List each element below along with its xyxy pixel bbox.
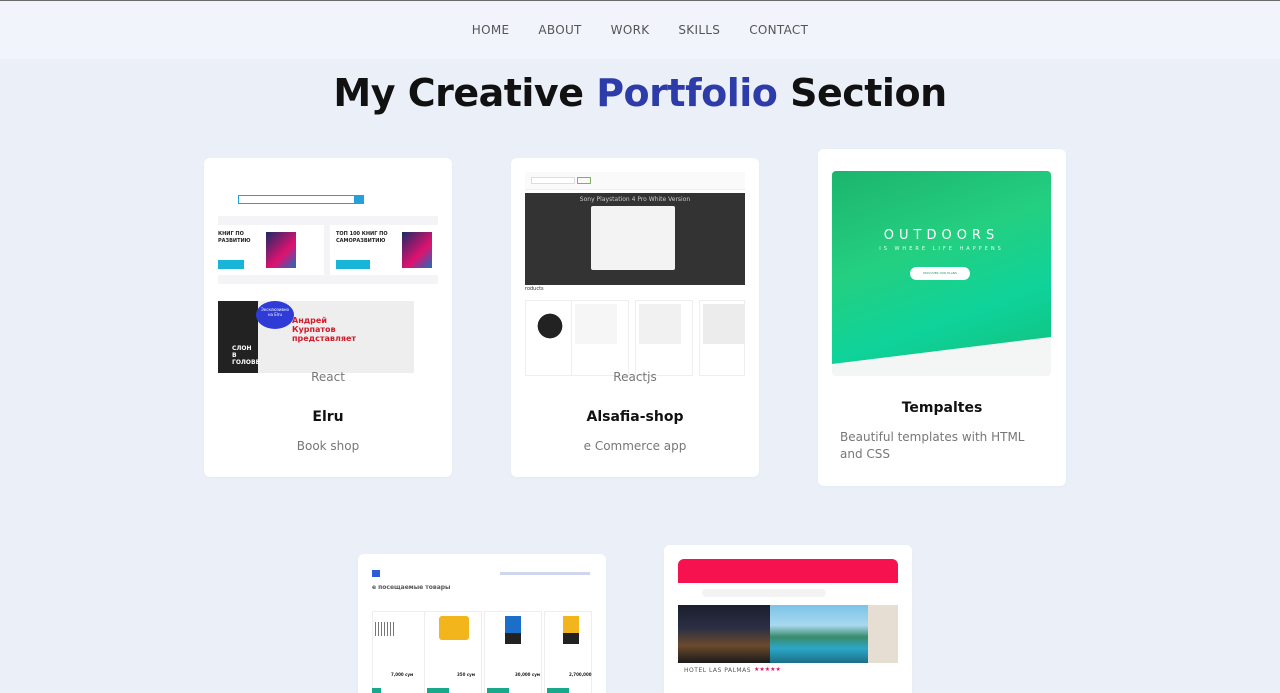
thumb-product-button [487,688,509,693]
thumb-hero-button-text: DISCOVER OUR PLANS [923,271,957,275]
thumb-product-image [563,616,579,644]
thumb-search [702,589,826,597]
thumb-product-button [372,688,381,693]
nav-contact[interactable]: CONTACT [749,23,808,37]
project-card-tools[interactable]: е посещаемые товары 7,000 сум 350 сум 30… [358,554,606,693]
thumb-banner-title: Андрей Курпатов представляет [292,316,357,343]
thumb-product-image [575,304,617,344]
thumb-hotel-stars: ★★★★★ [754,666,781,673]
thumb-product-price: 350 сум [457,672,475,677]
thumb-promo-left: КНИГ ПО РАЗВИТИЮ [218,225,324,275]
thumb-hotel-name: HOTEL LAS PALMAS [684,667,752,674]
thumb-hero-title: OUTDOORS [883,228,1000,243]
thumb-hero-button: DISCOVER OUR PLANS [910,267,970,280]
thumb-product-card [571,300,629,376]
thumb-header [525,172,745,190]
nav-home[interactable]: HOME [472,23,510,37]
project-name: Tempaltes [901,400,983,416]
thumb-banner-badge: Эксклюзивно на Elru [256,301,294,329]
project-name: Alsafia-shop [586,409,684,425]
thumb-promo-button [218,260,244,269]
thumb-product-image [639,304,681,344]
title-part1: My Creative [333,71,597,115]
project-thumbnail[interactable]: HOTEL LAS PALMAS ★★★★★ [678,559,898,693]
project-tech: React [311,370,345,384]
project-tech: Reactjs [613,370,657,384]
thumb-product-card [635,300,693,376]
thumb-product-card: 30,000 сум [484,611,542,693]
title-accent: Portfolio [596,71,778,115]
thumb-header-links [500,572,590,575]
project-description: Book shop [296,439,360,453]
thumb-product-card: 2,700,000 [544,611,592,693]
thumb-product-price: 2,700,000 [569,672,592,677]
thumb-badge-text: Эксклюзивно на Elru [261,307,289,317]
thumb-product-image [375,622,395,636]
project-description: Beautiful templates with HTML and CSS [840,430,1025,461]
thumb-console-image [591,206,675,270]
nav-about[interactable]: ABOUT [538,23,581,37]
project-card-elru[interactable]: КНИГ ПО РАЗВИТИЮ ТОП 100 КНИГ ПО САМОРАЗ… [204,158,452,477]
thumb-promo-right: ТОП 100 КНИГ ПО САМОРАЗВИТИЮ [330,225,438,275]
project-name: Elru [312,409,344,425]
thumb-search-button [577,177,591,184]
project-thumbnail[interactable]: Sony Playstation 4 Pro White Version rod… [525,172,745,377]
project-card-templates[interactable]: OUTDOORS IS WHERE LIFE HAPPENS DISCOVER … [818,149,1066,486]
project-card-hotel[interactable]: HOTEL LAS PALMAS ★★★★★ [664,545,912,693]
thumb-product-price: 7,000 сум [391,672,414,677]
thumb-product-card [525,300,574,376]
project-thumbnail[interactable]: е посещаемые товары 7,000 сум 350 сум 30… [372,568,592,693]
thumb-hero-subtitle: IS WHERE LIFE HAPPENS [879,246,1004,252]
thumb-header [678,559,898,583]
top-nav: HOME ABOUT WORK SKILLS CONTACT [0,1,1280,59]
project-thumbnail[interactable]: КНИГ ПО РАЗВИТИЮ ТОП 100 КНИГ ПО САМОРАЗ… [218,170,438,375]
thumb-hero: Sony Playstation 4 Pro White Version [525,193,745,285]
thumb-book-cover [266,232,296,268]
thumb-section-label: е посещаемые товары [372,584,451,591]
thumb-search-button [354,195,364,204]
thumb-product-button [547,688,569,693]
thumb-promo-right-text: ТОП 100 КНИГ ПО САМОРАЗВИТИЮ [336,231,388,244]
thumb-book-cover [402,232,432,268]
thumb-search [531,177,575,184]
thumb-product-card [699,300,745,376]
thumb-product-image [529,304,571,344]
nav-skills[interactable]: SKILLS [678,23,720,37]
thumb-product-image [439,616,469,640]
project-card-alsafia[interactable]: Sony Playstation 4 Pro White Version rod… [511,158,759,477]
project-description: e Commerce app [583,439,687,453]
thumb-section-label: roducts [525,286,544,292]
thumb-logo [372,570,380,577]
thumb-product-image [703,304,745,344]
thumb-banner-book: СЛОН В ГОЛОВЕ [218,301,260,373]
page-title: My Creative Portfolio Section [0,71,1280,115]
thumb-product-card: 7,000 сум [372,611,430,693]
thumb-product-price: 30,000 сум [515,672,541,677]
thumb-product-button [427,688,449,693]
thumb-search [238,195,356,204]
thumb-hotel-night-image [678,605,770,663]
thumb-promo-left-text: КНИГ ПО РАЗВИТИЮ [218,231,251,244]
thumb-hero-title: Sony Playstation 4 Pro White Version [579,196,691,203]
thumb-hotel-room-image [868,605,898,663]
thumb-promo-button [336,260,370,269]
title-part2: Section [777,71,947,115]
thumb-hotel-pool-image [770,605,868,663]
thumb-book-title: СЛОН В ГОЛОВЕ [232,345,260,366]
thumb-product-image [505,616,521,644]
nav-work[interactable]: WORK [611,23,650,37]
thumb-product-card: 350 сум [424,611,482,693]
project-thumbnail[interactable]: OUTDOORS IS WHERE LIFE HAPPENS DISCOVER … [832,171,1051,376]
